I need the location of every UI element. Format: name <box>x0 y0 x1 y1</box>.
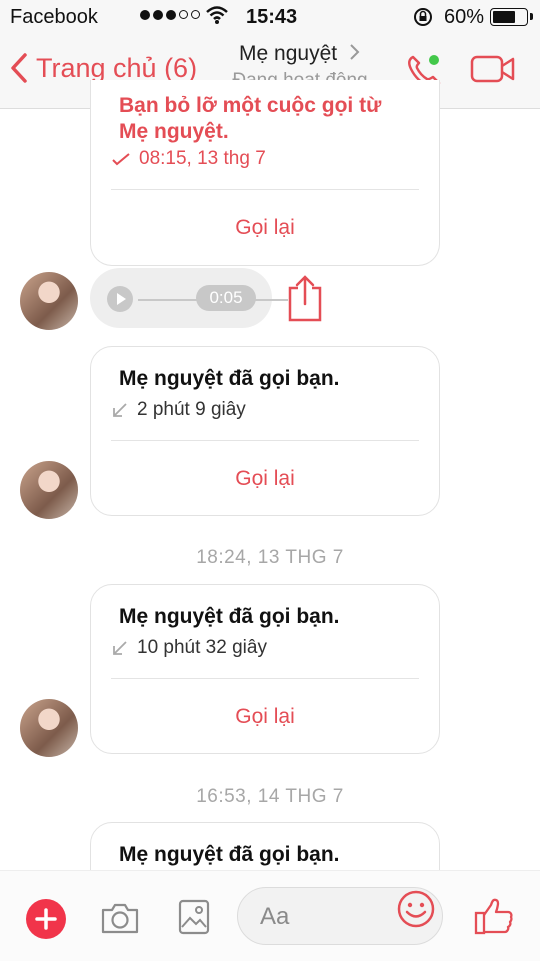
audio-message: 0:05 <box>90 268 288 328</box>
like-button[interactable] <box>474 897 514 935</box>
chevron-left-icon <box>11 53 27 83</box>
more-options-button[interactable] <box>26 899 66 939</box>
card-divider <box>111 678 419 679</box>
call-card-title: Mẹ nguyệt đã gọi bạn. <box>119 605 340 628</box>
call-card-title: Mẹ nguyệt đã gọi bạn. <box>119 367 340 390</box>
avatar[interactable] <box>20 699 78 757</box>
avatar[interactable] <box>20 272 78 330</box>
emoji-button[interactable] <box>396 889 436 929</box>
battery-icon <box>490 8 533 26</box>
missed-call-title-line2: Mẹ nguyệt. <box>119 120 229 143</box>
clock: 15:43 <box>246 6 298 28</box>
timestamp: 16:53, 14 THG 7 <box>196 786 344 807</box>
message-composer <box>0 870 540 961</box>
call-duration: 2 phút 9 giây <box>137 399 246 420</box>
missed-call-card: Bạn bỏ lỡ một cuộc gọi từ Mẹ nguyệt. 08:… <box>90 80 440 266</box>
incoming-call-arrow-icon <box>113 403 127 417</box>
rotation-lock-icon <box>414 8 432 26</box>
carrier-name: Facebook <box>10 6 98 28</box>
play-button[interactable] <box>107 286 133 312</box>
call-card-title: Mẹ nguyệt đã gọi bạn. <box>119 843 340 866</box>
video-call-button[interactable] <box>470 54 516 84</box>
incoming-call-arrow-icon <box>113 641 127 655</box>
chevron-right-icon <box>350 44 360 60</box>
gallery-button[interactable] <box>178 899 210 935</box>
battery-percentage: 60% <box>444 6 485 28</box>
play-icon <box>117 293 126 305</box>
call-back-button[interactable]: Gọi lại <box>91 467 439 491</box>
call-back-button[interactable]: Gọi lại <box>91 216 439 240</box>
missed-call-arrow-icon <box>112 153 130 166</box>
card-divider <box>111 440 419 441</box>
missed-call-time: 08:15, 13 thg 7 <box>139 148 266 169</box>
signal-strength-icon <box>140 10 200 20</box>
wifi-icon <box>206 6 228 24</box>
timestamp: 18:24, 13 THG 7 <box>196 547 344 568</box>
status-bar: Facebook 15:43 60% <box>0 0 540 34</box>
avatar[interactable] <box>20 461 78 519</box>
call-duration: 10 phút 32 giây <box>137 637 267 658</box>
message-input[interactable] <box>258 898 382 936</box>
audio-duration: 0:05 <box>196 285 256 311</box>
back-label: Trang chủ (6) <box>36 52 198 83</box>
camera-button[interactable] <box>100 901 140 935</box>
missed-call-title-line1: Bạn bỏ lỡ một cuộc gọi từ <box>119 94 382 117</box>
share-button[interactable] <box>286 274 324 322</box>
card-divider <box>111 189 419 190</box>
plus-icon <box>35 908 57 930</box>
call-card: Mẹ nguyệt đã gọi bạn. 2 phút 9 giây Gọi … <box>90 346 440 516</box>
contact-name: Mẹ nguyệt <box>239 42 338 65</box>
call-back-button[interactable]: Gọi lại <box>91 705 439 729</box>
call-card: Mẹ nguyệt đã gọi bạn. 10 phút 32 giây Gọ… <box>90 584 440 754</box>
